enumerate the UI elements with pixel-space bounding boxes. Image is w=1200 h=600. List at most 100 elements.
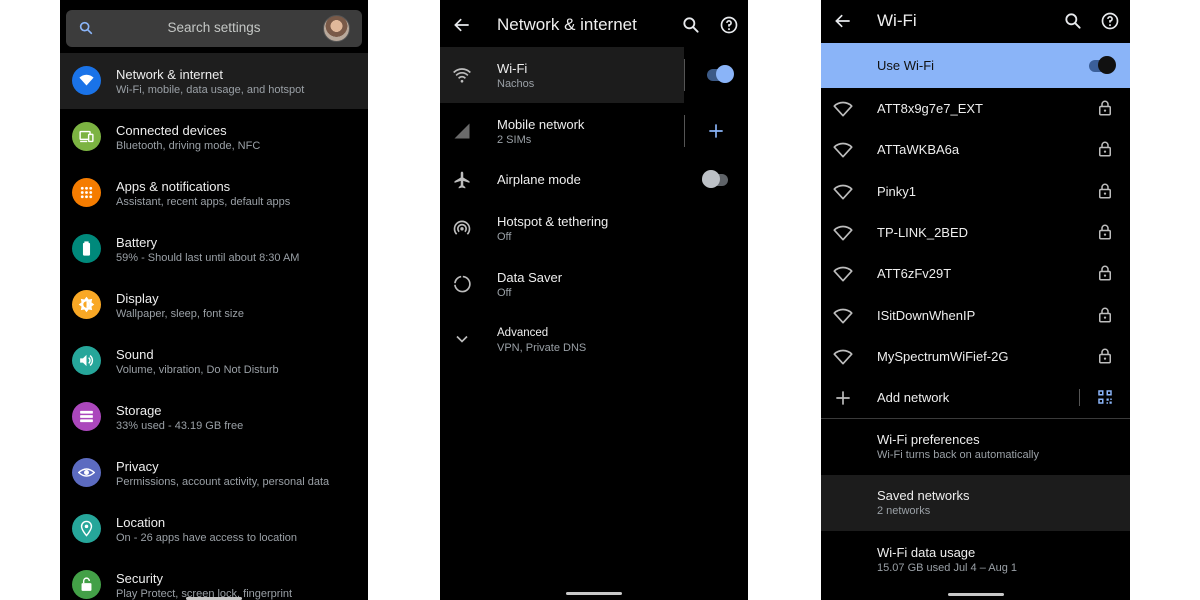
avatar[interactable]	[323, 15, 350, 42]
saved-networks-row[interactable]: Saved networks 2 networks	[821, 475, 1130, 531]
wifi-network-row[interactable]: Pinky1	[821, 171, 1130, 212]
network-name: Pinky1	[877, 183, 917, 199]
item-subtitle: 15.07 GB used Jul 4 – Aug 1	[877, 562, 1018, 574]
network-name: ATTaWKBA6a	[877, 142, 960, 158]
wifi-data-usage-row[interactable]: Wi-Fi data usage 15.07 GB used Jul 4 – A…	[821, 532, 1130, 588]
item-title: Advanced	[497, 327, 549, 339]
settings-item-privacy[interactable]: Privacy Permissions, account activity, p…	[60, 445, 368, 501]
data-saver-icon	[452, 274, 472, 294]
add-icon[interactable]	[706, 121, 726, 141]
help-icon[interactable]	[719, 15, 739, 35]
item-subtitle: Wi-Fi, mobile, data usage, and hotspot	[116, 84, 305, 96]
brightness-icon	[72, 290, 101, 319]
network-item-wifi[interactable]: Wi-Fi Nachos	[440, 47, 684, 103]
lock-icon	[1096, 223, 1114, 241]
item-title: Data Saver	[497, 270, 563, 285]
settings-item-storage[interactable]: Storage 33% used - 43.19 GB free	[60, 389, 368, 445]
item-title: Wi-Fi data usage	[877, 545, 976, 560]
apps-icon	[72, 178, 101, 207]
airplane-mode-toggle[interactable]	[702, 170, 728, 190]
item-title: Mobile network	[497, 117, 585, 132]
help-icon[interactable]	[1100, 11, 1120, 31]
item-title: Storage	[116, 403, 162, 418]
back-arrow-icon[interactable]	[833, 11, 853, 31]
network-item-mobile[interactable]: Mobile network 2 SIMs	[440, 103, 684, 159]
item-subtitle: 59% - Should last until about 8:30 AM	[116, 252, 300, 264]
page-title: Wi-Fi	[877, 11, 917, 30]
network-name: TP-LINK_2BED	[877, 224, 969, 240]
item-subtitle: Off	[497, 231, 512, 243]
network-item-data-saver[interactable]: Data Saver Off	[440, 256, 748, 312]
wifi-network-row[interactable]: ATT6zFv29T	[821, 253, 1130, 294]
add-network-label: Add network	[877, 390, 950, 405]
item-subtitle: Volume, vibration, Do Not Disturb	[116, 364, 279, 376]
wifi-preferences-row[interactable]: Wi-Fi preferences Wi-Fi turns back on au…	[821, 419, 1130, 475]
search-icon[interactable]	[1063, 11, 1083, 31]
wifi-signal-icon	[833, 223, 853, 243]
network-screen: Network & internet Wi-Fi Nachos Mobile n…	[440, 0, 748, 600]
lock-icon	[1096, 347, 1114, 365]
settings-item-battery[interactable]: Battery 59% - Should last until about 8:…	[60, 221, 368, 277]
wifi-signal-icon	[833, 140, 853, 160]
signal-icon	[452, 121, 472, 141]
add-network-row[interactable]: Add network	[821, 377, 1130, 418]
search-icon[interactable]	[681, 15, 701, 35]
lock-icon	[72, 570, 101, 599]
wifi-screen: Wi-Fi Use Wi-Fi ATT8x9g7e7_EXT ATTaWKBA6a…	[821, 0, 1130, 600]
item-title: Hotspot & tethering	[497, 214, 609, 229]
settings-item-connected-devices[interactable]: Connected devices Bluetooth, driving mod…	[60, 109, 368, 165]
wifi-network-row[interactable]: ATT8x9g7e7_EXT	[821, 88, 1130, 129]
network-name: MySpectrumWiFief-2G	[877, 348, 1009, 364]
wifi-toggle[interactable]	[707, 65, 734, 85]
lock-icon	[1096, 140, 1114, 158]
add-icon	[833, 388, 853, 408]
settings-item-location[interactable]: Location On - 26 apps have access to loc…	[60, 501, 368, 557]
item-title: Connected devices	[116, 123, 227, 138]
hotspot-icon	[452, 218, 472, 238]
settings-item-sound[interactable]: Sound Volume, vibration, Do Not Disturb	[60, 333, 368, 389]
lock-icon	[1096, 182, 1114, 200]
search-settings-bar[interactable]: Search settings	[66, 10, 362, 47]
storage-icon	[72, 402, 101, 431]
network-item-hotspot[interactable]: Hotspot & tethering Off	[440, 200, 748, 256]
home-gesture-bar[interactable]	[566, 592, 622, 595]
settings-item-network[interactable]: Network & internet Wi-Fi, mobile, data u…	[60, 53, 368, 109]
item-subtitle: 2 networks	[877, 505, 931, 517]
item-subtitle: Wi-Fi turns back on automatically	[877, 449, 1039, 461]
item-title: Location	[116, 515, 166, 530]
settings-item-security[interactable]: Security Play Protect, screen lock, fing…	[60, 557, 368, 600]
lock-icon	[1096, 264, 1114, 282]
settings-screen: Search settings Network & internet Wi-Fi…	[60, 0, 368, 600]
back-arrow-icon[interactable]	[452, 15, 472, 35]
use-wifi-toggle[interactable]	[1089, 56, 1116, 76]
item-title: Sound	[116, 347, 154, 362]
settings-item-apps[interactable]: Apps & notifications Assistant, recent a…	[60, 165, 368, 221]
home-gesture-bar[interactable]	[947, 593, 1004, 596]
qr-code-scan-icon[interactable]	[1096, 388, 1114, 406]
item-title: Security	[116, 571, 163, 586]
lock-icon	[1096, 306, 1114, 324]
wifi-icon	[452, 65, 472, 85]
wifi-signal-icon	[833, 99, 853, 119]
item-subtitle: On - 26 apps have access to location	[116, 532, 297, 544]
wifi-network-row[interactable]: ATTaWKBA6a	[821, 129, 1130, 170]
wifi-network-row[interactable]: ISitDownWhenIP	[821, 295, 1130, 336]
item-subtitle: Assistant, recent apps, default apps	[116, 196, 291, 208]
wifi-signal-icon	[833, 347, 853, 367]
wifi-signal-icon	[833, 182, 853, 202]
wifi-signal-icon	[833, 306, 853, 326]
use-wifi-row[interactable]: Use Wi-Fi	[821, 43, 1130, 88]
settings-item-display[interactable]: Display Wallpaper, sleep, font size	[60, 277, 368, 333]
network-item-advanced[interactable]: Advanced VPN, Private DNS	[440, 313, 748, 363]
airplane-icon	[452, 170, 472, 190]
divider	[1079, 389, 1080, 406]
item-subtitle: 2 SIMs	[497, 134, 532, 146]
search-placeholder: Search settings	[167, 20, 261, 35]
item-title: Apps & notifications	[116, 179, 231, 194]
item-title: Wi-Fi	[497, 61, 528, 76]
item-subtitle: Off	[497, 287, 512, 299]
network-name: ISitDownWhenIP	[877, 307, 976, 323]
item-title: Battery	[116, 235, 158, 250]
wifi-network-row[interactable]: MySpectrumWiFief-2G	[821, 336, 1130, 377]
wifi-network-row[interactable]: TP-LINK_2BED	[821, 212, 1130, 253]
